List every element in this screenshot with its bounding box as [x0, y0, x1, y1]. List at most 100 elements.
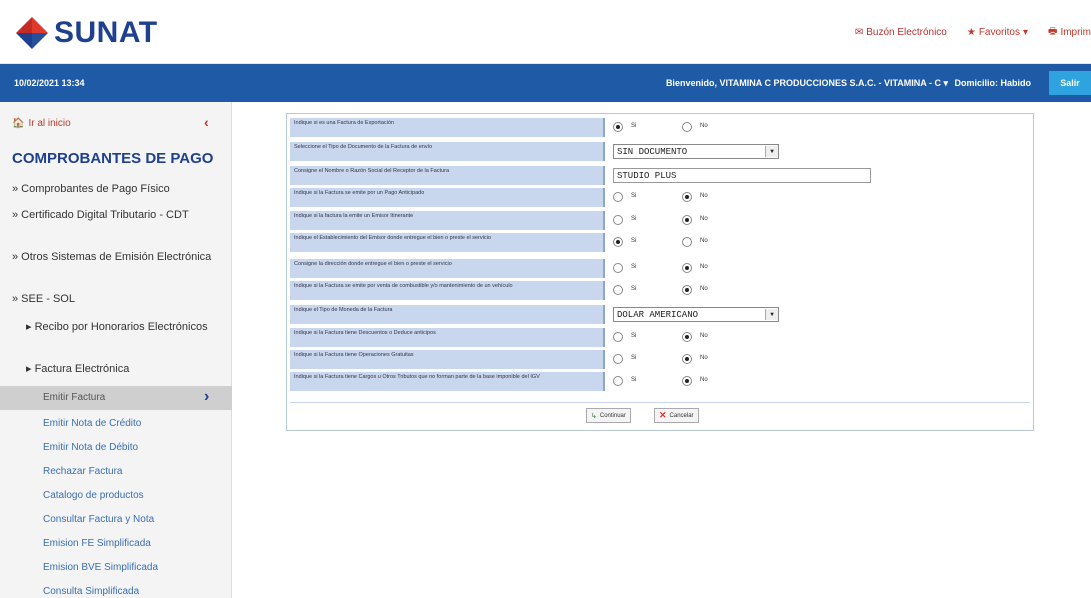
form-row: Consigne el Nombre o Razón Social del Re…: [290, 166, 1030, 185]
imprimir-label: Imprim: [1060, 27, 1091, 38]
continuar-button[interactable]: ↳ Continuar: [586, 408, 631, 423]
chevron-right-icon: ›: [204, 388, 210, 405]
radio-no[interactable]: [682, 215, 692, 225]
buzon-link[interactable]: ✉ Buzón Electrónico: [855, 24, 947, 41]
buzon-label: Buzón Electrónico: [866, 27, 947, 38]
form-row-label: Indique el Establecimiento del Emisor do…: [290, 233, 605, 252]
cancelar-button[interactable]: ✕ Cancelar: [654, 408, 699, 423]
form-row-label: Indique si la Factura tiene Descuentos o…: [290, 328, 605, 347]
radio-si[interactable]: [613, 237, 623, 247]
sidebar-leaf-rechazar[interactable]: Rechazar Factura: [43, 466, 223, 477]
header-links: ✉ Buzón Electrónico ★ Favoritos ▾ 🖶 Impr…: [855, 24, 1091, 41]
collapse-sidebar-icon[interactable]: ‹: [204, 114, 209, 130]
sidebar-item-otros[interactable]: » Otros Sistemas de Emisión Electrónica: [12, 250, 222, 264]
select-value: SIN DOCUMENTO: [617, 147, 688, 157]
emitir-factura-label: Emitir Factura: [43, 392, 106, 403]
form-row: Indique si la Factura se emite por un Pa…: [290, 188, 1030, 207]
radio-no-label: No: [700, 333, 708, 339]
form-row-label: Seleccione el Tipo de Documento de la Fa…: [290, 142, 605, 161]
radio-si[interactable]: [613, 376, 623, 386]
sunat-logo[interactable]: SUNAT: [14, 14, 158, 52]
sidebar-item-see-sol[interactable]: » SEE - SOL: [12, 292, 222, 306]
sidebar-item-cdt[interactable]: » Certificado Digital Tributario - CDT: [12, 208, 222, 222]
sidebar-item-factura-electronica[interactable]: ▸ Factura Electrónica: [26, 362, 222, 376]
radio-si[interactable]: [613, 263, 623, 273]
form-row: Indique si la Factura tiene Descuentos o…: [290, 328, 1030, 347]
home-link[interactable]: 🏠 Ir al inicio: [12, 118, 71, 129]
sidebar-title: COMPROBANTES DE PAGO: [12, 150, 214, 167]
select-value: DOLAR AMERICANO: [617, 310, 699, 320]
sidebar-leaf-consultar[interactable]: Consultar Factura y Nota: [43, 514, 223, 525]
radio-no[interactable]: [682, 263, 692, 273]
radio-si[interactable]: [613, 332, 623, 342]
radio-no-label: No: [700, 355, 708, 361]
radio-no[interactable]: [682, 192, 692, 202]
radio-si-label: Si: [631, 193, 637, 199]
radio-si[interactable]: [613, 215, 623, 225]
radio-si-label: Si: [631, 355, 637, 361]
radio-si-label: Si: [631, 286, 637, 292]
cancel-icon: ✕: [659, 410, 667, 420]
radio-no-label: No: [700, 238, 708, 244]
form-row: Indique si la Factura tiene Operaciones …: [290, 350, 1030, 369]
factura-form: ↳ Continuar ✕ Cancelar Indique si es una…: [286, 113, 1034, 431]
form-row-label: Consigne la dirección donde entregue el …: [290, 259, 605, 278]
favoritos-label: Favoritos: [978, 27, 1020, 38]
welcome-dropdown[interactable]: Bienvenido, VITAMINA C PRODUCCIONES S.A.…: [666, 78, 948, 89]
select-field[interactable]: DOLAR AMERICANO ▼: [613, 307, 779, 322]
sidebar-leaf-bve-simplificada[interactable]: Emision BVE Simplificada: [43, 562, 223, 573]
radio-si-label: Si: [631, 264, 637, 270]
sidebar-leaf-nota-credito[interactable]: Emitir Nota de Crédito: [43, 418, 223, 429]
select-field[interactable]: SIN DOCUMENTO ▼: [613, 144, 779, 159]
sidebar-item-fisico[interactable]: » Comprobantes de Pago Físico: [12, 182, 222, 196]
imprimir-link[interactable]: 🖶 Imprim: [1048, 24, 1091, 41]
home-label: Ir al inicio: [28, 118, 71, 129]
logo-text: SUNAT: [54, 16, 158, 49]
radio-no[interactable]: [682, 237, 692, 247]
receptor-name-input[interactable]: STUDIO PLUS: [613, 168, 871, 183]
radio-no-label: No: [700, 193, 708, 199]
star-icon: ★: [966, 27, 976, 38]
sidebar: 🏠 Ir al inicio ‹ COMPROBANTES DE PAGO » …: [0, 102, 232, 598]
radio-si[interactable]: [613, 122, 623, 132]
radio-si[interactable]: [613, 192, 623, 202]
radio-no[interactable]: [682, 285, 692, 295]
radio-si-label: Si: [631, 377, 637, 383]
sidebar-leaf-fe-simplificada[interactable]: Emision FE Simplificada: [43, 538, 223, 549]
radio-si-label: Si: [631, 333, 637, 339]
radio-no[interactable]: [682, 332, 692, 342]
radio-no[interactable]: [682, 122, 692, 132]
printer-icon: 🖶: [1047, 26, 1058, 37]
sidebar-item-recibo-honorarios[interactable]: ▸ Recibo por Honorarios Electrónicos: [26, 320, 222, 334]
radio-no-label: No: [700, 286, 708, 292]
sidebar-leaf-consulta-simplificada[interactable]: Consulta Simplificada: [43, 586, 223, 597]
form-row: Indique si la Factura se emite por venta…: [290, 281, 1030, 300]
sidebar-item-emitir-factura[interactable]: Emitir Factura ›: [0, 386, 232, 410]
form-row: Consigne la dirección donde entregue el …: [290, 259, 1030, 278]
sunat-logo-icon: [16, 17, 48, 49]
top-header: SUNAT ✉ Buzón Electrónico ★ Favoritos ▾ …: [0, 0, 1091, 64]
radio-no-label: No: [700, 216, 708, 222]
form-actions: ↳ Continuar ✕ Cancelar: [290, 402, 1030, 426]
form-row: Indique el Tipo de Moneda de la Factura D…: [290, 305, 1030, 324]
sidebar-leaf-nota-debito[interactable]: Emitir Nota de Débito: [43, 442, 223, 453]
radio-no[interactable]: [682, 354, 692, 364]
salir-button[interactable]: Salir: [1049, 71, 1091, 95]
form-row: Indique si la factura la emite un Emisor…: [290, 211, 1030, 230]
favoritos-dropdown[interactable]: ★ Favoritos ▾: [967, 24, 1028, 41]
dropdown-arrow-icon: ▼: [765, 309, 778, 320]
radio-no-label: No: [700, 123, 708, 129]
continuar-label: Continuar: [599, 412, 626, 419]
radio-no[interactable]: [682, 376, 692, 386]
form-row: Indique el Establecimiento del Emisor do…: [290, 233, 1030, 252]
radio-si[interactable]: [613, 285, 623, 295]
form-row-label: Indique si la Factura se emite por un Pa…: [290, 188, 605, 207]
envelope-icon: ✉: [854, 27, 864, 38]
sidebar-leaf-catalogo[interactable]: Catalogo de productos: [43, 490, 223, 501]
session-bar: 10/02/2021 13:34 Bienvenido, VITAMINA C …: [0, 64, 1091, 102]
form-row-label: Indique si la Factura tiene Cargos u Otr…: [290, 372, 605, 391]
radio-si[interactable]: [613, 354, 623, 364]
radio-si-label: Si: [631, 238, 637, 244]
domicilio-status: Domicilio: Habido: [954, 78, 1032, 88]
dropdown-arrow-icon: ▼: [765, 146, 778, 157]
